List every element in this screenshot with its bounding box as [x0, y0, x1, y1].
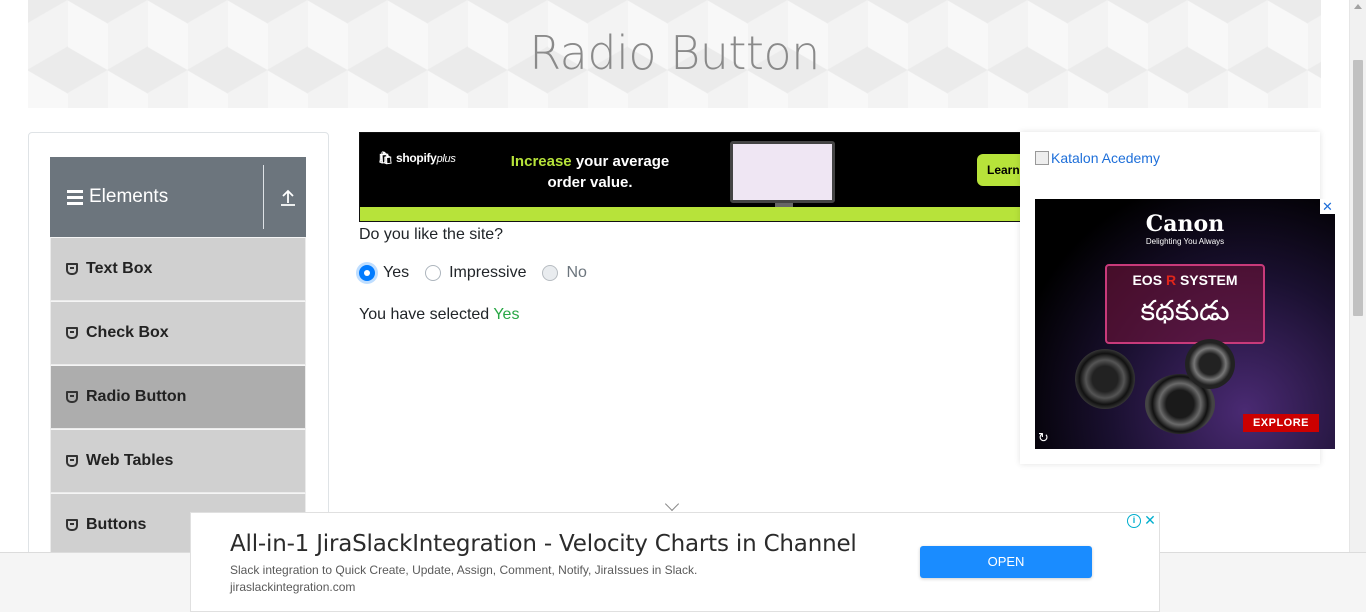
sidebar-item-web-tables[interactable]: Web Tables: [50, 429, 306, 493]
canon-ad[interactable]: Canon Delighting You Always EOS R SYSTEM…: [1035, 199, 1335, 449]
open-button[interactable]: OPEN: [920, 546, 1092, 578]
camera-lens-image: [1185, 339, 1235, 389]
selection-result: You have selected Yes: [359, 306, 519, 324]
eos-r: R: [1165, 272, 1177, 288]
monitor-illustration: [730, 141, 835, 203]
selection-result-prefix: You have selected: [359, 306, 494, 323]
chevron-down-icon[interactable]: [664, 496, 680, 512]
header-divider: [263, 165, 264, 229]
sidebar: Elements Text Box Check Box Radio Button: [28, 132, 329, 562]
question-text: Do you like the site?: [359, 226, 504, 243]
explore-button[interactable]: EXPLORE: [1243, 414, 1319, 432]
eos-script-text: కథకుడు: [1140, 294, 1230, 327]
radio-impressive[interactable]: Impressive: [425, 264, 526, 282]
sidebar-group-elements[interactable]: Elements: [50, 157, 306, 237]
html5-icon: [66, 391, 78, 403]
adchoices-info-icon[interactable]: i: [1127, 514, 1141, 528]
sidebar-item-label: Web Tables: [86, 452, 174, 469]
scroll-up-arrow-icon[interactable]: [1354, 4, 1362, 9]
shopify-brand-suffix: plus: [436, 153, 456, 165]
eos-title: EOS R SYSTEM: [1107, 272, 1263, 288]
shopify-brand-text: shopify: [395, 151, 437, 165]
vertical-scrollbar[interactable]: [1349, 0, 1366, 552]
sidebar-menu: Text Box Check Box Radio Button Web Tabl…: [50, 237, 306, 557]
ad-headline: Increase your average order value.: [500, 151, 680, 193]
bottom-ad-title[interactable]: All-in-1 JiraSlackIntegration - Velocity…: [230, 531, 857, 557]
learn-more-button[interactable]: Learn: [977, 154, 1020, 186]
bottom-ad[interactable]: All-in-1 JiraSlackIntegration - Velocity…: [190, 512, 1160, 612]
page-title: Radio Button: [529, 26, 820, 80]
html5-icon: [66, 519, 78, 531]
radio-label-no: No: [566, 264, 587, 281]
ad-accent-strip: [360, 207, 1020, 221]
radio-no: No: [542, 264, 587, 282]
html5-icon: [66, 263, 78, 275]
eos-suffix: SYSTEM: [1176, 272, 1238, 288]
ad-headline-highlight: Increase: [510, 153, 572, 170]
bottom-ad-description: Slack integration to Quick Create, Updat…: [230, 563, 698, 577]
canon-logo: Canon: [1145, 211, 1225, 237]
radio-checked-icon[interactable]: [359, 265, 375, 281]
html5-icon: [66, 327, 78, 339]
radio-disabled-icon: [542, 265, 559, 281]
sidebar-item-check-box[interactable]: Check Box: [50, 301, 306, 365]
katalon-academy-link[interactable]: Katalon Acedemy: [1035, 150, 1160, 166]
shopify-logo: 🛍 shopifyplus: [378, 151, 456, 165]
sidebar-item-label: Buttons: [86, 516, 147, 533]
camera-lens-image: [1075, 349, 1135, 409]
ad-close-icon[interactable]: ✕: [1320, 199, 1335, 214]
sidebar-item-text-box[interactable]: Text Box: [50, 237, 306, 301]
eos-r-system-badge: EOS R SYSTEM కథకుడు: [1105, 264, 1265, 344]
sidebar-group-title: Elements: [89, 186, 169, 207]
eos-prefix: EOS: [1132, 272, 1163, 288]
upload-arrow-icon[interactable]: [280, 189, 296, 207]
canon-tagline: Delighting You Always: [1145, 237, 1225, 246]
radio-label-yes[interactable]: Yes: [383, 264, 409, 282]
radio-group: Yes Impressive No: [359, 264, 603, 282]
page: Radio Button Elements Text Box Check Box: [0, 0, 1366, 612]
broken-image-icon: [1035, 151, 1049, 165]
page-header-banner: Radio Button: [28, 0, 1321, 108]
bottom-ad-url[interactable]: jiraslackintegration.com: [230, 580, 355, 594]
shopify-ad-banner[interactable]: 🛍 shopifyplus Increase your average orde…: [359, 132, 1021, 222]
radio-label-impressive[interactable]: Impressive: [449, 264, 526, 282]
selection-result-value: Yes: [493, 306, 520, 323]
sidebar-item-label: Check Box: [86, 324, 169, 341]
bottom-ad-close-icon[interactable]: ✕: [1143, 513, 1157, 527]
sidebar-item-radio-button[interactable]: Radio Button: [50, 365, 306, 429]
scrollbar-thumb[interactable]: [1353, 60, 1363, 316]
katalon-link-text[interactable]: Katalon Acedemy: [1051, 150, 1160, 166]
sidebar-item-label: Text Box: [86, 260, 153, 277]
radio-unchecked-icon[interactable]: [425, 265, 442, 281]
sidebar-item-label: Radio Button: [86, 388, 187, 405]
replay-icon[interactable]: ↻: [1038, 430, 1049, 446]
hamburger-icon: [67, 189, 83, 205]
html5-icon: [66, 455, 78, 467]
radio-yes[interactable]: Yes: [359, 264, 409, 282]
shopify-bag-icon: 🛍: [378, 151, 393, 165]
